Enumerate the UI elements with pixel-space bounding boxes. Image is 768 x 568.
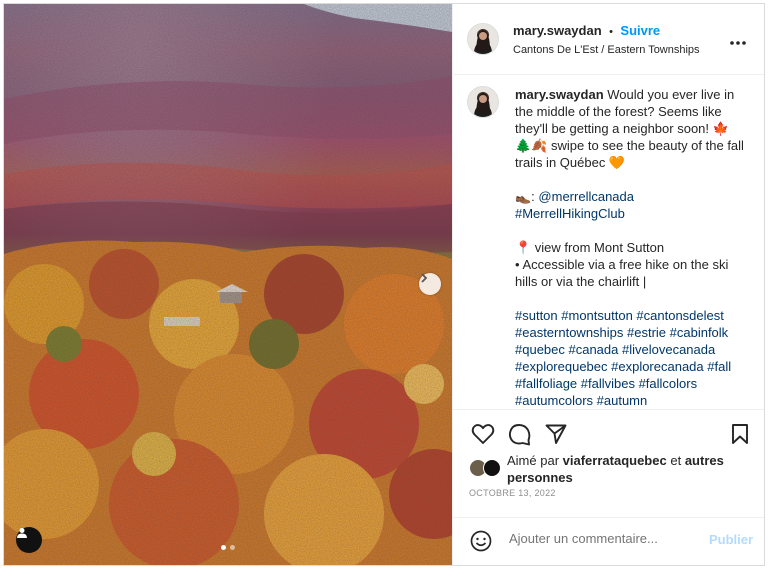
hashtag-merrellhikingclub[interactable]: #MerrellHikingClub (515, 206, 625, 221)
caption-line-2: 🌲🍂 swipe to see the beauty of the fall t… (515, 138, 748, 170)
caption-username[interactable]: mary.swaydan (515, 87, 604, 102)
post-header: mary.swaydan • Suivre Cantons De L'Est /… (453, 4, 764, 75)
liked-by-prefix: Aimé par (507, 453, 560, 468)
caption-line-4: 👞: (515, 189, 539, 204)
post-date[interactable]: OCTOBRE 13, 2022 (469, 488, 556, 498)
liker-avatar-2 (483, 459, 501, 477)
header-separator: • (609, 26, 613, 38)
caption-avatar[interactable] (467, 86, 499, 118)
share-button[interactable] (545, 423, 567, 450)
post-actions (453, 417, 764, 457)
caption-line-7: 📍 view from Mont Sutton (515, 240, 665, 255)
post-photo[interactable] (4, 4, 452, 565)
author-avatar[interactable] (467, 23, 499, 55)
comment-button[interactable] (508, 423, 531, 451)
tagged-users-button[interactable] (16, 527, 42, 553)
chevron-right-icon (421, 273, 428, 283)
heart-icon (471, 424, 495, 444)
user-tag-icon (17, 528, 27, 538)
liked-by-and: et (670, 453, 682, 468)
liked-by-text: Aimé par viaferrataquebec et autres pers… (507, 452, 747, 486)
carousel-indicator (221, 545, 235, 550)
liked-by-avatars[interactable] (469, 459, 505, 477)
save-button[interactable] (731, 423, 749, 450)
post-dialog: mary.swaydan • Suivre Cantons De L'Est /… (3, 3, 765, 566)
carousel-next-button[interactable] (419, 273, 441, 295)
mention-link[interactable]: @merrellcanada (538, 189, 634, 204)
post-location[interactable]: Cantons De L'Est / Eastern Townships (513, 44, 700, 56)
divider (453, 409, 764, 410)
carousel-dot (230, 545, 235, 550)
emoji-icon (470, 530, 492, 552)
bookmark-icon (732, 424, 748, 444)
post-caption: mary.swaydan Would you ever live in the … (515, 86, 747, 409)
autumn-forest-image (4, 4, 452, 565)
share-icon (545, 424, 567, 444)
comment-input[interactable] (507, 530, 701, 547)
liked-by-user[interactable]: viaferrataquebec (563, 453, 667, 468)
like-button[interactable] (471, 423, 495, 450)
follow-button[interactable]: Suivre (620, 23, 660, 38)
comment-form: Publier (453, 517, 764, 565)
emoji-button[interactable] (470, 530, 492, 557)
post-sidebar: mary.swaydan • Suivre Cantons De L'Est /… (452, 4, 764, 565)
comment-icon (508, 424, 531, 446)
carousel-dot-active (221, 545, 226, 550)
publish-button[interactable]: Publier (709, 532, 753, 547)
hashtags[interactable]: #sutton #montsutton #cantonsdelest #east… (515, 308, 735, 408)
more-options-button[interactable] (729, 30, 747, 51)
author-username[interactable]: mary.swaydan (513, 23, 602, 38)
caption-line-8: • Accessible via a free hike on the ski … (515, 257, 733, 289)
more-options-icon (730, 41, 746, 45)
